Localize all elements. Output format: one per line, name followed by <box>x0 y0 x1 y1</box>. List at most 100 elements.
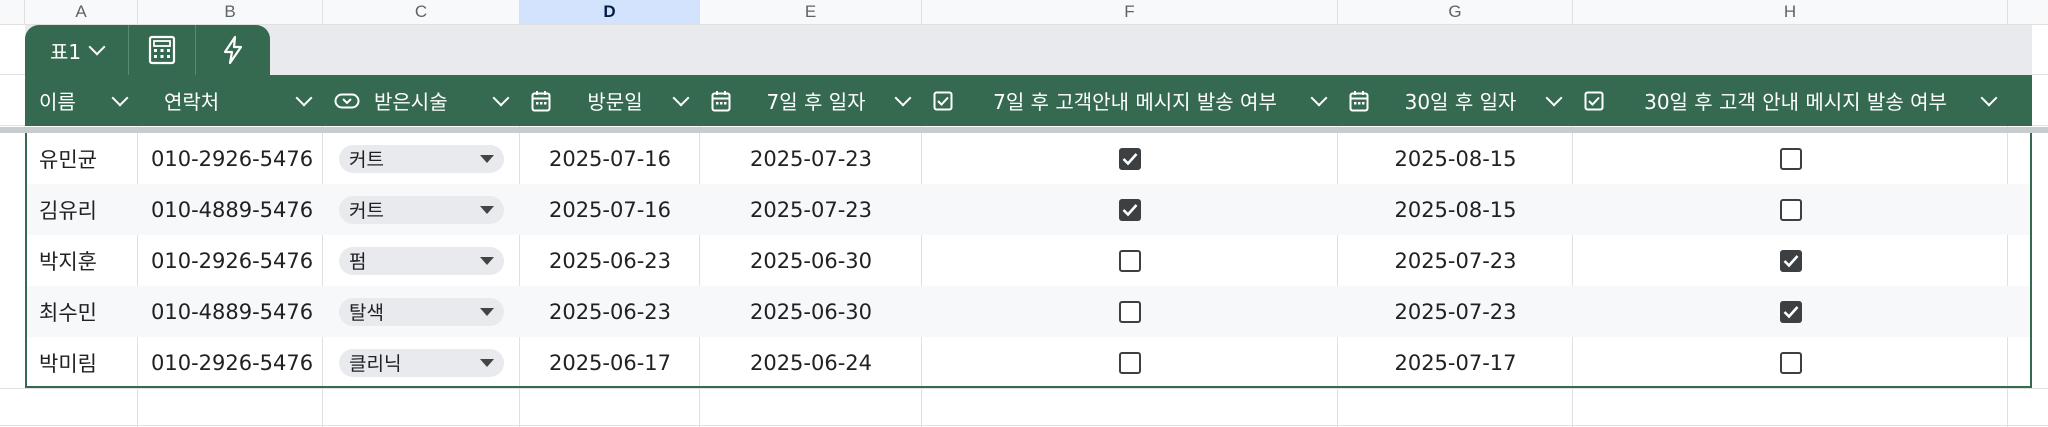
select-all-corner[interactable] <box>0 0 25 24</box>
table-calculator-button[interactable] <box>129 25 196 75</box>
column-header-g[interactable]: G <box>1338 0 1573 24</box>
cell-name[interactable]: 박미림 <box>27 337 139 388</box>
column-header-overflow <box>2008 0 2048 24</box>
table-tab-bar: 표1 <box>25 25 270 75</box>
chevron-down-icon[interactable] <box>1310 89 1328 106</box>
cell-7day-date[interactable]: 2025-07-23 <box>700 184 922 235</box>
check-icon <box>1122 203 1138 216</box>
cell-7day-sent <box>922 235 1338 286</box>
cell-contact[interactable]: 010-2926-5476 <box>139 337 323 388</box>
cell-30day-date[interactable]: 2025-07-23 <box>1338 235 1573 286</box>
table-name-tab[interactable]: 표1 <box>25 25 129 75</box>
cell-30day-date[interactable]: 2025-08-15 <box>1338 133 1573 184</box>
cell-7day-date[interactable]: 2025-06-24 <box>700 337 922 388</box>
cell-service[interactable]: 탈색 <box>323 286 520 337</box>
cell-7day-date[interactable]: 2025-06-30 <box>700 235 922 286</box>
calendar-icon <box>531 90 551 112</box>
checkbox-unchecked[interactable] <box>1119 249 1141 272</box>
cell-name[interactable]: 유민균 <box>27 133 139 184</box>
cell-7day-sent <box>922 184 1338 235</box>
table-row: 김유리 010-4889-5476 커트 2025-07-16 2025-07-… <box>27 184 2030 235</box>
cell-30day-date[interactable]: 2025-07-17 <box>1338 337 1573 388</box>
header-name[interactable]: 이름 <box>25 75 138 126</box>
chevron-down-icon[interactable] <box>492 89 510 106</box>
cell-visit-date[interactable]: 2025-07-16 <box>520 184 700 235</box>
table-row: 박지훈 010-2926-5476 펌 2025-06-23 2025-06-3… <box>27 235 2030 286</box>
dropdown-chip-icon <box>334 93 360 109</box>
lightning-bolt-icon <box>223 35 243 65</box>
checkbox-unchecked[interactable] <box>1779 351 1802 374</box>
header-7day-date[interactable]: 7일 후 일자 <box>699 75 921 126</box>
cell-visit-date[interactable]: 2025-07-16 <box>520 133 700 184</box>
cell-visit-date[interactable]: 2025-06-23 <box>520 235 700 286</box>
column-header-b[interactable]: B <box>138 0 323 24</box>
cell-7day-sent <box>922 133 1338 184</box>
cell-contact[interactable]: 010-2926-5476 <box>139 133 323 184</box>
chevron-down-icon[interactable] <box>1980 89 1998 106</box>
cell-service[interactable]: 커트 <box>323 184 520 235</box>
column-header-h[interactable]: H <box>1573 0 2008 24</box>
dropdown-arrow-icon <box>480 256 494 265</box>
cell-30day-sent <box>1573 184 2008 235</box>
table-row: 유민균 010-2926-5476 커트 2025-07-16 2025-07-… <box>27 133 2030 184</box>
cell-7day-sent <box>922 337 1338 388</box>
cell-service[interactable]: 커트 <box>323 133 520 184</box>
cell-7day-date[interactable]: 2025-07-23 <box>700 133 922 184</box>
checkbox-checked[interactable] <box>1119 147 1141 170</box>
header-visit-date[interactable]: 방문일 <box>519 75 699 126</box>
column-header-c[interactable]: C <box>323 0 520 24</box>
column-header-d[interactable]: D <box>520 0 700 24</box>
service-dropdown-chip[interactable]: 커트 <box>339 195 504 224</box>
table-row: 박미림 010-2926-5476 클리닉 2025-06-17 2025-06… <box>27 337 2030 388</box>
cell-7day-date[interactable]: 2025-06-30 <box>700 286 922 337</box>
service-dropdown-chip[interactable]: 클리닉 <box>339 348 504 377</box>
cell-visit-date[interactable]: 2025-06-17 <box>520 337 700 388</box>
calendar-icon <box>711 90 731 112</box>
service-dropdown-chip[interactable]: 탈색 <box>339 297 504 326</box>
checkbox-icon <box>1584 91 1604 111</box>
header-service[interactable]: 받은시술 <box>322 75 519 126</box>
check-icon <box>1122 152 1138 165</box>
chevron-down-icon[interactable] <box>295 89 313 106</box>
checkbox-checked[interactable] <box>1779 249 1802 272</box>
cell-30day-sent <box>1573 133 2008 184</box>
service-dropdown-chip[interactable]: 커트 <box>339 144 504 173</box>
cell-name[interactable]: 최수민 <box>27 286 139 337</box>
dropdown-arrow-icon <box>480 307 494 316</box>
service-dropdown-chip[interactable]: 펌 <box>339 246 504 275</box>
cell-name[interactable]: 김유리 <box>27 184 139 235</box>
column-header-a[interactable]: A <box>25 0 138 24</box>
cell-service[interactable]: 펌 <box>323 235 520 286</box>
cell-contact[interactable]: 010-2926-5476 <box>139 235 323 286</box>
chevron-down-icon[interactable] <box>894 89 912 106</box>
checkbox-checked[interactable] <box>1119 198 1141 221</box>
header-30day-sent[interactable]: 30일 후 고객 안내 메시지 발송 여부 <box>1572 75 2007 126</box>
cell-30day-date[interactable]: 2025-07-23 <box>1338 286 1573 337</box>
cell-name[interactable]: 박지훈 <box>27 235 139 286</box>
chevron-down-icon[interactable] <box>111 89 129 106</box>
calendar-icon <box>1349 90 1369 112</box>
checkbox-unchecked[interactable] <box>1119 300 1141 323</box>
cell-30day-sent <box>1573 337 2008 388</box>
column-header-e[interactable]: E <box>700 0 922 24</box>
header-contact[interactable]: 연락처 <box>138 75 322 126</box>
checkbox-unchecked[interactable] <box>1779 198 1802 221</box>
cell-contact[interactable]: 010-4889-5476 <box>139 286 323 337</box>
checkbox-unchecked[interactable] <box>1119 351 1141 374</box>
cell-service[interactable]: 클리닉 <box>323 337 520 388</box>
chevron-down-icon <box>88 38 106 56</box>
calculator-icon <box>148 35 176 65</box>
cell-contact[interactable]: 010-4889-5476 <box>139 184 323 235</box>
cell-30day-date[interactable]: 2025-08-15 <box>1338 184 1573 235</box>
checkbox-checked[interactable] <box>1779 300 1802 323</box>
chevron-down-icon[interactable] <box>672 89 690 106</box>
cell-visit-date[interactable]: 2025-06-23 <box>520 286 700 337</box>
header-7day-sent[interactable]: 7일 후 고객안내 메시지 발송 여부 <box>921 75 1337 126</box>
cell-30day-sent <box>1573 235 2008 286</box>
column-header-f[interactable]: F <box>922 0 1338 24</box>
chevron-down-icon[interactable] <box>1545 89 1563 106</box>
checkbox-unchecked[interactable] <box>1779 147 1802 170</box>
table-automation-button[interactable] <box>196 25 270 75</box>
column-header-row: A B C D E F G H <box>0 0 2048 25</box>
header-30day-date[interactable]: 30일 후 일자 <box>1337 75 1572 126</box>
